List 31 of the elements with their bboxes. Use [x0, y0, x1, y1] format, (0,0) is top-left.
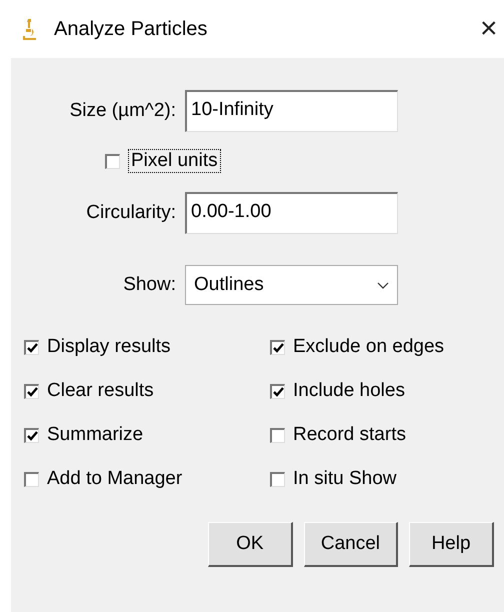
checkbox[interactable]: [24, 384, 39, 398]
window-title: Analyze Particles: [54, 18, 208, 40]
checkbox[interactable]: [24, 428, 39, 442]
field-label: Circularity:: [85, 202, 176, 224]
checkbox[interactable]: [270, 428, 285, 442]
checkbox[interactable]: [270, 472, 285, 486]
checkbox-label: Pixel units: [128, 149, 221, 173]
checkbox-label: Record starts: [293, 424, 406, 446]
checkbox-label: Summarize: [47, 424, 144, 446]
checkbox[interactable]: [270, 384, 285, 398]
dialog-button[interactable]: Help: [409, 522, 494, 567]
checkbox-label: Include holes: [293, 380, 405, 402]
checkbox[interactable]: [24, 472, 39, 486]
dialog-button[interactable]: Cancel: [304, 522, 398, 567]
checkbox[interactable]: [105, 154, 120, 168]
field-label: Size (µm^2):: [68, 100, 176, 122]
input-field[interactable]: 10-Infinity: [185, 90, 398, 132]
chevron-icon: [377, 282, 389, 288]
checkbox[interactable]: [270, 340, 285, 354]
checkbox-label: Display results: [47, 336, 171, 358]
field-label: Show:: [122, 274, 176, 296]
checkbox-label: Add to Manager: [47, 468, 182, 490]
dropdown[interactable]: Outlines: [185, 265, 398, 305]
dialog-button[interactable]: OK: [208, 522, 293, 567]
close-button[interactable]: ×: [480, 14, 504, 44]
microscope-icon: [22, 18, 38, 40]
checkbox-label: In situ Show: [293, 468, 396, 490]
checkbox-label: Clear results: [47, 380, 154, 402]
checkbox-label: Exclude on edges: [293, 336, 444, 358]
checkbox[interactable]: [24, 340, 39, 354]
input-field[interactable]: 0.00-1.00: [185, 192, 398, 234]
